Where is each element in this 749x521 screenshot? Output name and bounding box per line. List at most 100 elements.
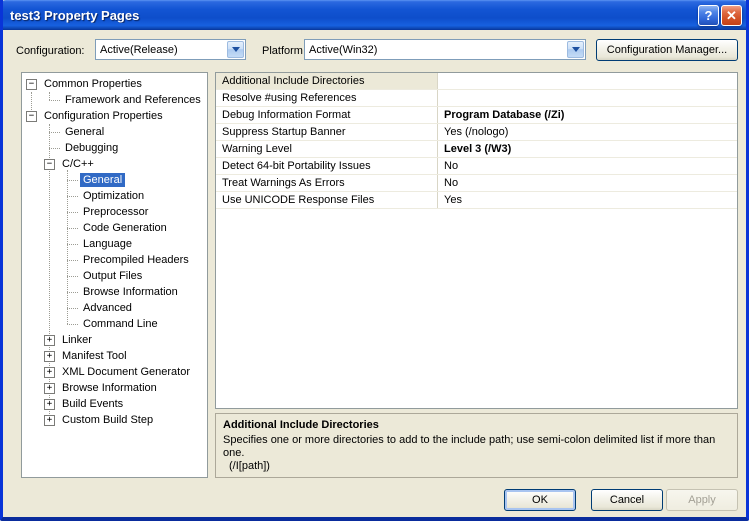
tree-item-command-line[interactable]: Command Line <box>22 316 207 332</box>
tree-item-advanced[interactable]: Advanced <box>22 300 207 316</box>
description-path-note: (/I[path]) <box>223 460 730 473</box>
property-value[interactable]: No <box>438 175 737 191</box>
property-row-additional-include-directories[interactable]: Additional Include Directories <box>216 73 737 90</box>
tree-item-output-files[interactable]: Output Files <box>22 268 207 284</box>
collapse-icon[interactable]: − <box>44 159 55 170</box>
expand-icon[interactable]: + <box>44 415 55 426</box>
help-icon[interactable]: ? <box>698 5 719 26</box>
tree-item-language[interactable]: Language <box>22 236 207 252</box>
tree-item-label: Optimization <box>80 189 147 203</box>
close-icon[interactable]: ✕ <box>721 5 742 26</box>
tree-item-optimization[interactable]: Optimization <box>22 188 207 204</box>
tree-item-label: Browse Information <box>59 381 160 395</box>
platform-dropdown-arrow[interactable] <box>567 41 584 58</box>
property-name[interactable]: Use UNICODE Response Files <box>216 192 438 208</box>
property-name[interactable]: Additional Include Directories <box>216 73 438 89</box>
tree-item-label: Command Line <box>80 317 161 331</box>
property-value[interactable]: Level 3 (/W3) <box>438 141 737 157</box>
ok-button[interactable]: OK <box>504 489 576 511</box>
property-name[interactable]: Debug Information Format <box>216 107 438 123</box>
tree-item-label: Configuration Properties <box>41 109 166 123</box>
tree-connector-line <box>67 228 78 229</box>
tree-item-label: Framework and References <box>62 93 204 107</box>
configuration-dropdown-value: Active(Release) <box>96 44 226 56</box>
tree-item-label: Custom Build Step <box>59 413 156 427</box>
tree-connector-line <box>67 260 78 261</box>
tree-item-xml-document-generator[interactable]: + XML Document Generator <box>22 364 207 380</box>
tree-item-label: General <box>80 173 125 187</box>
property-row-use-unicode-response-files[interactable]: Use UNICODE Response FilesYes <box>216 192 737 209</box>
tree-item-precompiled-headers[interactable]: Precompiled Headers <box>22 252 207 268</box>
tree-item-label: Linker <box>59 333 95 347</box>
tree-item-configuration-properties[interactable]: −Configuration Properties <box>22 108 207 124</box>
apply-button[interactable]: Apply <box>666 489 738 511</box>
tree-connector-line <box>67 308 78 309</box>
tree-item-c-c[interactable]: −C/C++ <box>22 156 207 172</box>
tree-item-debugging[interactable]: Debugging <box>22 140 207 156</box>
property-name[interactable]: Suppress Startup Banner <box>216 124 438 140</box>
chevron-down-icon <box>232 47 240 52</box>
property-value[interactable]: Program Database (/Zi) <box>438 107 737 123</box>
category-tree[interactable]: −Common PropertiesFramework and Referenc… <box>21 72 208 478</box>
tree-item-label: Advanced <box>80 301 135 315</box>
property-value[interactable]: No <box>438 158 737 174</box>
expand-icon[interactable]: + <box>44 383 55 394</box>
property-name[interactable]: Treat Warnings As Errors <box>216 175 438 191</box>
tree-item-preprocessor[interactable]: Preprocessor <box>22 204 207 220</box>
tree-item-custom-build-step[interactable]: + Custom Build Step <box>22 412 207 428</box>
collapse-icon[interactable]: − <box>26 111 37 122</box>
property-value[interactable]: Yes (/nologo) <box>438 124 737 140</box>
expand-icon[interactable]: + <box>44 399 55 410</box>
titlebar[interactable]: test3 Property Pages ? ✕ <box>0 0 749 30</box>
tree-item-manifest-tool[interactable]: + Manifest Tool <box>22 348 207 364</box>
tree-item-label: Language <box>80 237 135 251</box>
tree-item-code-generation[interactable]: Code Generation <box>22 220 207 236</box>
tree-item-framework-and-references[interactable]: Framework and References <box>22 92 207 108</box>
tree-item-browse-information[interactable]: + Browse Information <box>22 380 207 396</box>
tree-item-label: C/C++ <box>59 157 97 171</box>
tree-item-common-properties[interactable]: −Common Properties <box>22 76 207 92</box>
tree-item-general[interactable]: General <box>22 172 207 188</box>
configuration-dropdown-arrow[interactable] <box>227 41 244 58</box>
tree-connector-line <box>67 276 78 277</box>
description-title: Additional Include Directories <box>223 419 730 431</box>
expand-icon[interactable]: + <box>44 351 55 362</box>
collapse-icon[interactable]: − <box>26 79 37 90</box>
property-name[interactable]: Warning Level <box>216 141 438 157</box>
property-value[interactable] <box>438 90 737 106</box>
property-row-warning-level[interactable]: Warning LevelLevel 3 (/W3) <box>216 141 737 158</box>
tree-item-label: Debugging <box>62 141 121 155</box>
expand-icon[interactable]: + <box>44 335 55 346</box>
platform-dropdown-value: Active(Win32) <box>305 44 566 56</box>
cancel-button[interactable]: Cancel <box>591 489 663 511</box>
property-row-suppress-startup-banner[interactable]: Suppress Startup BannerYes (/nologo) <box>216 124 737 141</box>
tree-item-build-events[interactable]: +Build Events <box>22 396 207 412</box>
property-value[interactable] <box>438 73 737 89</box>
tree-item-label: Preprocessor <box>80 205 151 219</box>
property-row-detect-64-bit-portability-issues[interactable]: Detect 64-bit Portability IssuesNo <box>216 158 737 175</box>
platform-dropdown[interactable]: Active(Win32) <box>304 39 586 60</box>
tree-item-label: XML Document Generator <box>59 365 193 379</box>
property-grid[interactable]: Additional Include DirectoriesResolve #u… <box>215 72 738 409</box>
tree-connector-line <box>67 180 78 181</box>
property-row-debug-information-format[interactable]: Debug Information FormatProgram Database… <box>216 107 737 124</box>
platform-label: Platform: <box>262 44 306 58</box>
property-value[interactable]: Yes <box>438 192 737 208</box>
expand-icon[interactable]: + <box>44 367 55 378</box>
property-pages-dialog: test3 Property Pages ? ✕ Configuration: … <box>0 0 749 521</box>
configuration-manager-button[interactable]: Configuration Manager... <box>596 39 738 61</box>
tree-item-browse-information[interactable]: Browse Information <box>22 284 207 300</box>
configuration-dropdown[interactable]: Active(Release) <box>95 39 246 60</box>
description-panel: Additional Include Directories Specifies… <box>215 413 738 478</box>
tree-item-general[interactable]: General <box>22 124 207 140</box>
tree-connector-line <box>67 244 78 245</box>
tree-item-label: Manifest Tool <box>59 349 130 363</box>
tree-connector-line <box>67 196 78 197</box>
property-row-resolve-using-references[interactable]: Resolve #using References <box>216 90 737 107</box>
property-name[interactable]: Resolve #using References <box>216 90 438 106</box>
property-row-treat-warnings-as-errors[interactable]: Treat Warnings As ErrorsNo <box>216 175 737 192</box>
tree-item-linker[interactable]: + Linker <box>22 332 207 348</box>
property-name[interactable]: Detect 64-bit Portability Issues <box>216 158 438 174</box>
tree-item-label: Precompiled Headers <box>80 253 192 267</box>
tree-connector-line <box>49 100 60 101</box>
